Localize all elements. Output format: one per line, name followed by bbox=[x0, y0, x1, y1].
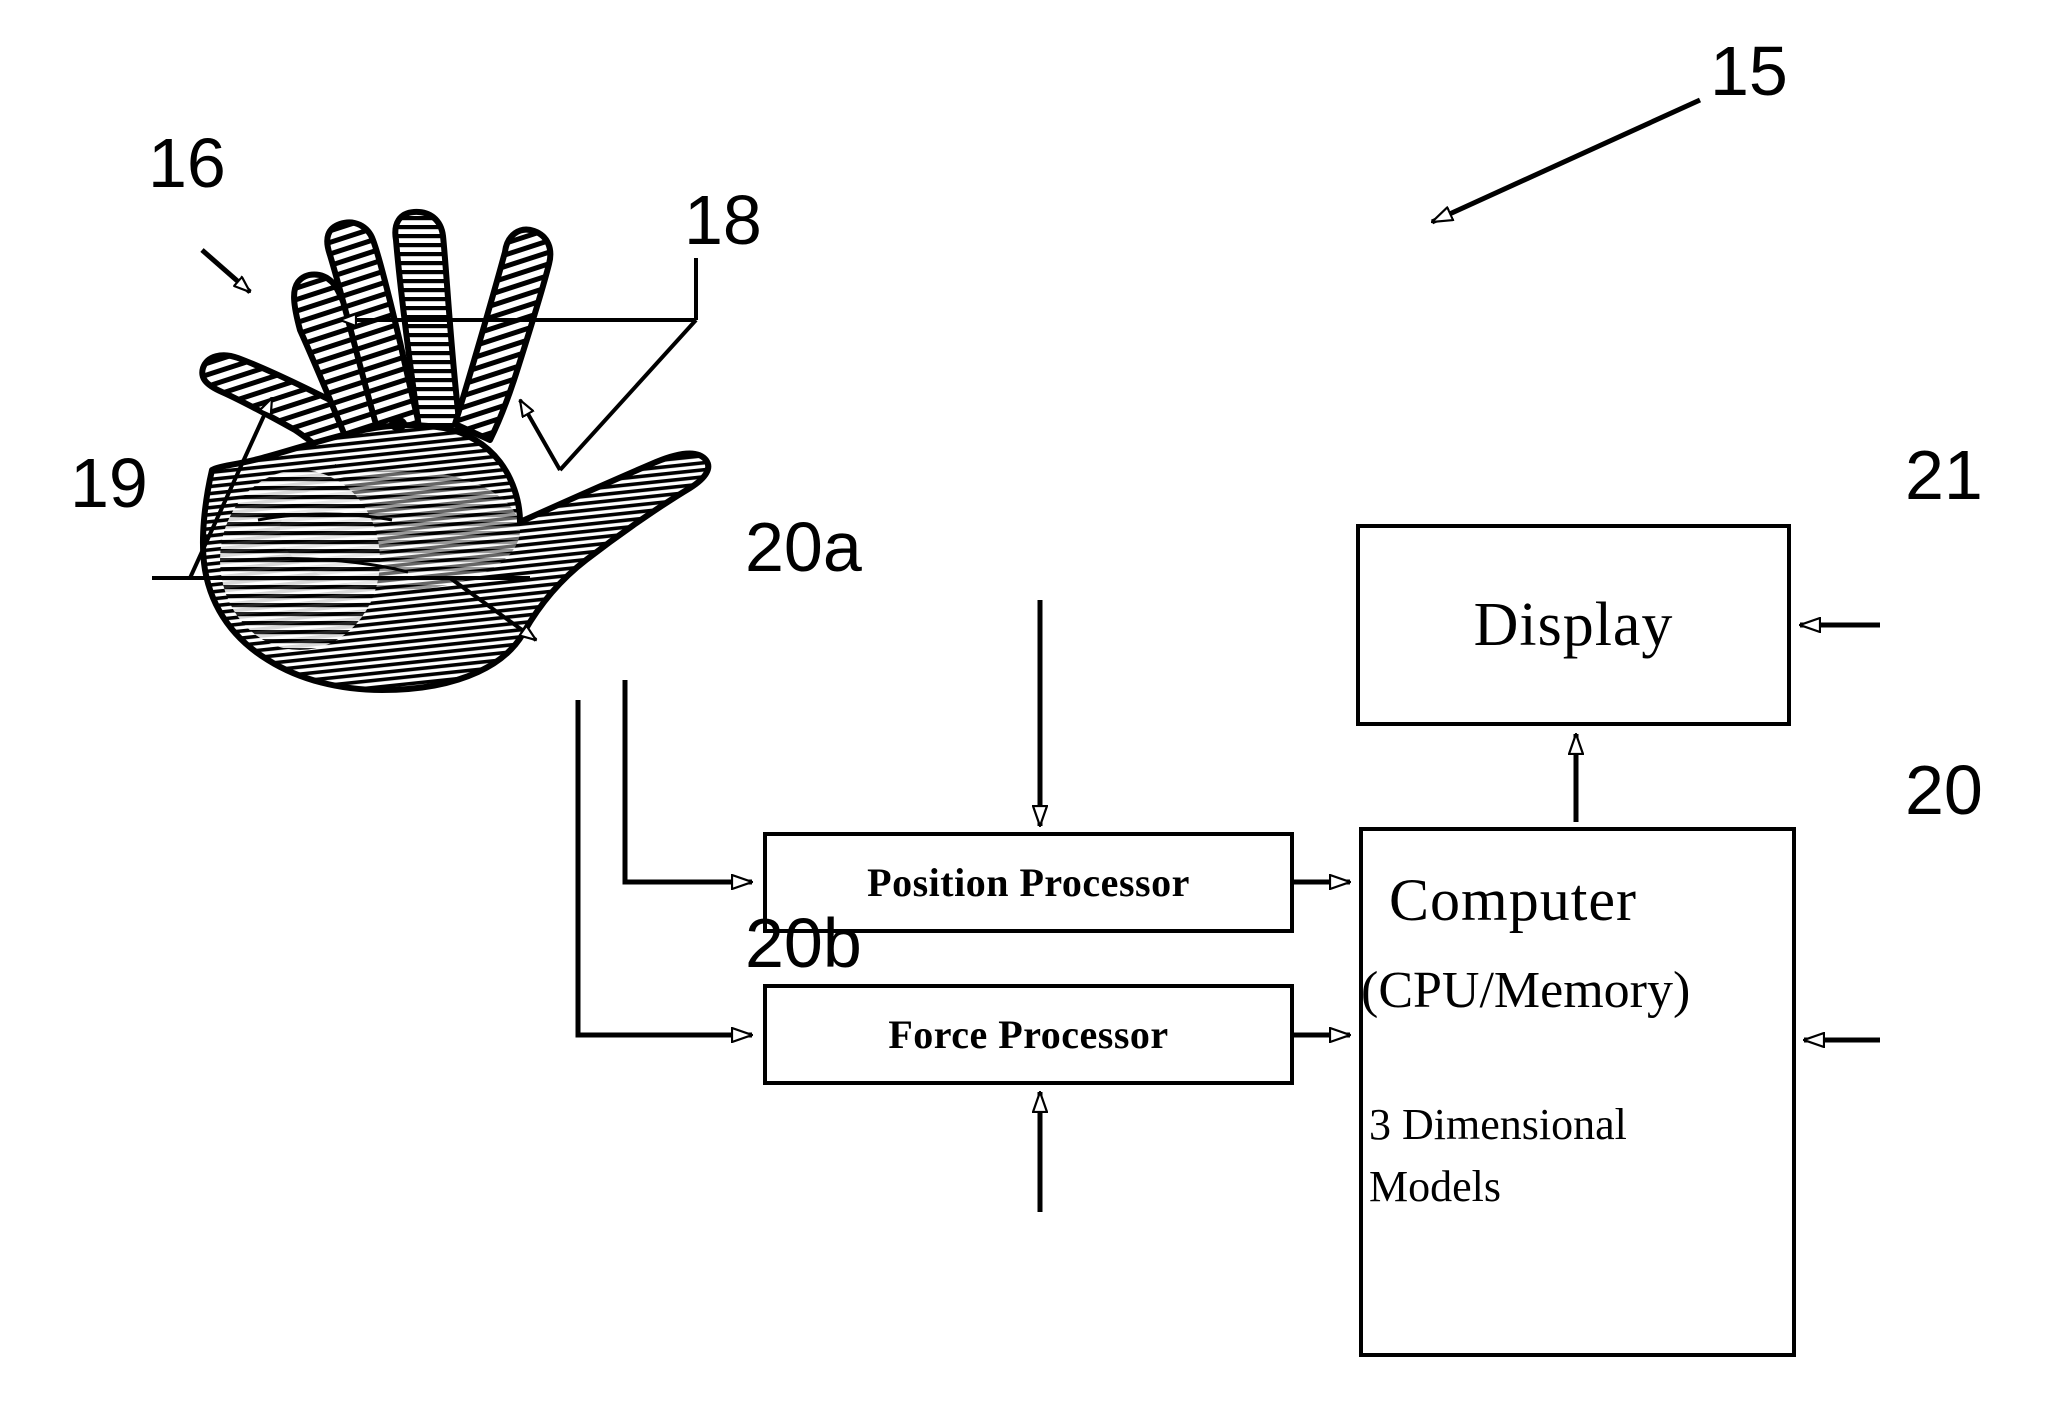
display-box[interactable]: Display bbox=[1356, 524, 1791, 726]
computer-box-content: Computer (CPU/Memory) 3 Dimensional Mode… bbox=[1361, 831, 1792, 1353]
leader-15 bbox=[1432, 97, 1702, 225]
force-processor-box[interactable]: Force Processor bbox=[763, 984, 1294, 1085]
display-box-label: Display bbox=[1473, 590, 1674, 659]
reference-numeral-20: 20 bbox=[1905, 751, 1983, 829]
reference-numeral-18: 18 bbox=[684, 181, 762, 259]
computer-models-line2: Models bbox=[1369, 1162, 1501, 1211]
computer-box[interactable]: Computer (CPU/Memory) 3 Dimensional Mode… bbox=[1359, 827, 1796, 1357]
reference-numeral-15: 15 bbox=[1710, 32, 1788, 110]
reference-numeral-21: 21 bbox=[1905, 436, 1983, 514]
computer-models-line1: 3 Dimensional bbox=[1369, 1100, 1627, 1149]
reference-numeral-16: 16 bbox=[148, 124, 226, 202]
position-processor-label: Position Processor bbox=[867, 860, 1190, 905]
patent-figure: Display Position Processor Force Process… bbox=[0, 0, 2059, 1423]
wiring-hand-to-processors bbox=[575, 680, 752, 1035]
hand-illustration bbox=[199, 208, 712, 693]
reference-numeral-20b: 20b bbox=[745, 904, 862, 982]
reference-numeral-20a: 20a bbox=[745, 508, 862, 586]
reference-numeral-19: 19 bbox=[70, 444, 148, 522]
force-processor-label: Force Processor bbox=[888, 1012, 1169, 1057]
computer-title: Computer bbox=[1389, 867, 1637, 933]
leader-16 bbox=[200, 248, 250, 292]
computer-subtitle: (CPU/Memory) bbox=[1361, 962, 1691, 1019]
